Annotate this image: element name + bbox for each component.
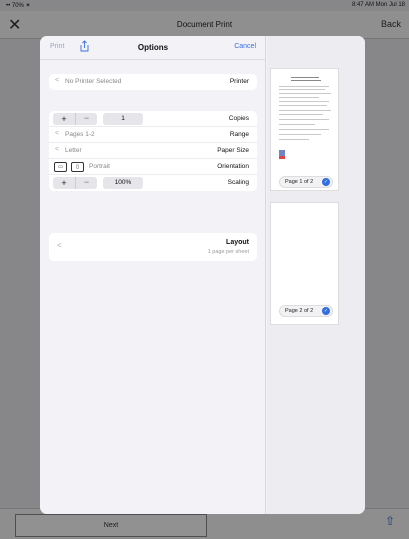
orientation-row: ▭ ▯ Portrait Orientation — [49, 159, 257, 175]
orientation-label: Orientation — [217, 163, 249, 170]
background-nav-bar: ✕ Document Print Back — [0, 11, 409, 39]
copies-stepper[interactable]: + − — [53, 113, 97, 125]
cancel-button[interactable]: Cancel — [234, 43, 256, 50]
status-left: •• 70% ✶ — [6, 3, 31, 9]
page-label: Page 1 of 2 — [285, 179, 314, 185]
status-bar: •• 70% ✶ 8:47 AM Mon Jul 18 — [0, 0, 409, 11]
scaling-minus-button[interactable]: − — [75, 177, 97, 189]
printer-group: < No Printer Selected Printer — [49, 74, 257, 90]
orientation-value: Portrait — [89, 163, 110, 170]
preview-panel: Page 1 of 2 ✓ Page 2 of 2 ✓ — [267, 36, 365, 514]
options-nav-bar: Print Options Cancel — [40, 36, 266, 60]
text-line — [279, 110, 331, 111]
share-icon[interactable]: ⇧ — [385, 514, 395, 528]
text-line — [279, 139, 309, 140]
checkmark-icon[interactable]: ✓ — [322, 307, 330, 315]
printer-value: No Printer Selected — [65, 78, 122, 85]
range-value: Pages 1-2 — [65, 131, 95, 138]
chevron-icon: < — [55, 130, 60, 137]
page-label-pill: Page 1 of 2 ✓ — [279, 176, 333, 188]
printer-row[interactable]: < No Printer Selected Printer — [49, 74, 257, 90]
options-title: Options — [137, 43, 169, 52]
text-line — [279, 129, 329, 130]
copies-row: + − 1 Copies — [49, 111, 257, 127]
portrait-icon[interactable]: ▯ — [71, 162, 84, 172]
status-right: 8:47 AM Mon Jul 18 — [351, 2, 405, 8]
page-label-pill: Page 2 of 2 ✓ — [279, 305, 333, 317]
logo-image — [279, 150, 285, 159]
print-options-sheet: Print Options Cancel < No Printer Select… — [40, 36, 365, 514]
scaling-label: Scaling — [227, 179, 249, 186]
landscape-icon[interactable]: ▭ — [54, 162, 67, 172]
next-button[interactable]: Next — [15, 514, 207, 537]
copies-label: Copies — [228, 115, 249, 122]
copies-value[interactable]: 1 — [103, 113, 143, 125]
text-line — [291, 80, 321, 81]
text-line — [279, 114, 323, 115]
text-line — [279, 134, 321, 135]
back-button[interactable]: Back — [381, 19, 401, 29]
text-line — [279, 124, 315, 125]
range-row[interactable]: < Pages 1-2 Range — [49, 127, 257, 143]
text-line — [279, 119, 329, 120]
layout-subtitle: 1 page per sheet — [207, 249, 249, 255]
page-thumbnail[interactable]: Page 1 of 2 ✓ — [270, 68, 339, 191]
scaling-stepper[interactable]: + − — [53, 177, 97, 189]
scaling-plus-button[interactable]: + — [53, 177, 75, 189]
chevron-icon: < — [57, 241, 62, 250]
text-line — [291, 77, 319, 78]
layout-label: Layout — [226, 239, 249, 246]
paper-size-value: Letter — [65, 147, 82, 154]
chevron-icon: < — [55, 77, 60, 84]
background-title: Document Print — [176, 20, 233, 29]
page-thumbnail[interactable]: Page 2 of 2 ✓ — [270, 202, 339, 325]
settings-group: + − 1 Copies < Pages 1-2 Range < Letter … — [49, 111, 257, 191]
printer-label: Printer — [229, 78, 249, 85]
text-line — [279, 105, 327, 106]
chevron-icon: < — [55, 146, 60, 153]
text-line — [279, 101, 329, 102]
checkmark-icon[interactable]: ✓ — [322, 178, 330, 186]
text-line — [279, 97, 319, 98]
paper-size-row[interactable]: < Letter Paper Size — [49, 143, 257, 159]
range-label: Range — [229, 131, 249, 138]
paper-size-label: Paper Size — [217, 147, 249, 154]
copies-minus-button[interactable]: − — [75, 113, 97, 125]
text-line — [279, 89, 325, 90]
copies-plus-button[interactable]: + — [53, 113, 75, 125]
text-line — [279, 93, 331, 94]
scaling-value[interactable]: 100% — [103, 177, 143, 189]
layout-row[interactable]: < Layout 1 page per sheet — [49, 233, 257, 261]
text-line — [279, 86, 329, 87]
scaling-row: + − 100% Scaling — [49, 175, 257, 191]
options-panel: Print Options Cancel < No Printer Select… — [40, 36, 266, 514]
page-label: Page 2 of 2 — [285, 308, 314, 314]
